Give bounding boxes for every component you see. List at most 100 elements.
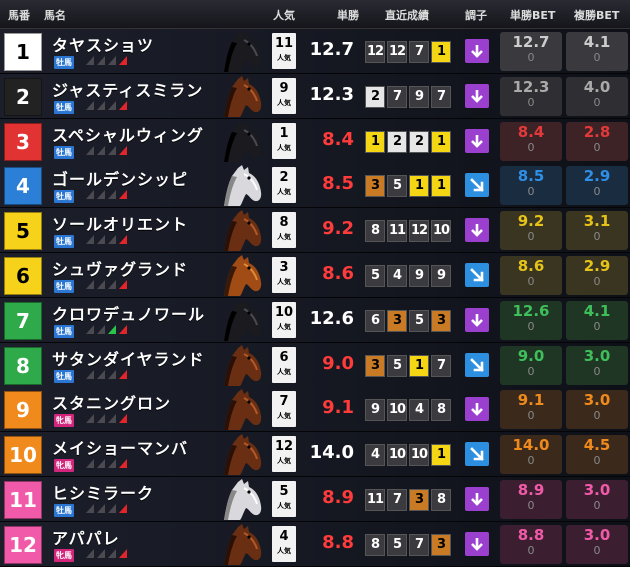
recent-results: 3517 <box>365 354 451 377</box>
win-bet-count: 0 <box>527 95 535 109</box>
win-bet-button[interactable]: 12.6 0 <box>500 300 562 340</box>
recent-result: 1 <box>431 41 451 63</box>
place-bet-count: 0 <box>593 140 601 154</box>
sex-badge: 牝馬 <box>54 548 74 562</box>
horse-row[interactable]: 7 クロワデュノワール 牡馬 10 人気 12.6 6 3 5 3 12.6 0 4.1 0 <box>0 297 630 343</box>
place-bet-button[interactable]: 4.0 0 <box>566 76 628 116</box>
trend-up-icon <box>465 263 489 287</box>
win-bet-button[interactable]: 8.5 0 <box>500 166 562 206</box>
recent-result: 3 <box>387 309 407 332</box>
recent-result: 1 <box>431 175 451 198</box>
horse-number: 2 <box>4 77 42 116</box>
header-num: 馬番 <box>8 9 30 22</box>
recent-result: 7 <box>387 85 407 108</box>
recent-results: 8573 <box>365 533 451 556</box>
recent-results: 3511 <box>365 175 451 198</box>
header-cond: 調子 <box>465 9 487 22</box>
win-bet-button[interactable]: 9.0 0 <box>500 345 562 385</box>
popularity-badge: 1 人気 <box>272 122 296 159</box>
header-win-bet: 単勝BET <box>510 9 556 22</box>
place-bet-button[interactable]: 3.1 0 <box>566 211 628 251</box>
horse-head-icon <box>224 75 262 117</box>
horse-name: ソールオリエント <box>52 215 189 235</box>
trend-up-icon <box>465 352 489 377</box>
horse-row[interactable]: 11 ヒシミラーク 牡馬 5 人気 8.9 11 7 3 8 8.9 0 3.0 0 <box>0 477 630 522</box>
horse-number: 12 <box>4 525 42 564</box>
horse-row[interactable]: 8 サタンダイヤランド 牡馬 6 人気 9.0 3 5 1 7 9.0 0 3.0 0 <box>0 342 630 388</box>
win-bet-button[interactable]: 12.3 0 <box>500 76 562 116</box>
win-bet-odds: 8.6 <box>517 257 545 275</box>
win-bet-button[interactable]: 8.6 0 <box>500 256 562 295</box>
win-bet-button[interactable]: 9.2 0 <box>500 211 562 251</box>
condition-marks <box>86 414 127 424</box>
place-bet-button[interactable]: 4.1 0 <box>566 32 628 71</box>
condition-mark <box>97 235 105 245</box>
condition-marks <box>86 190 127 200</box>
condition-mark <box>119 280 127 289</box>
horse-head-icon <box>224 344 262 386</box>
popularity-rank: 3 <box>279 260 289 275</box>
popularity-label: 人気 <box>277 188 291 197</box>
condition-mark <box>108 235 116 245</box>
win-odds: 12.7 <box>309 39 354 60</box>
place-bet-button[interactable]: 2.8 0 <box>566 121 628 161</box>
place-bet-button[interactable]: 3.0 0 <box>566 480 628 519</box>
horse-name: タヤスショツ <box>52 36 155 55</box>
horse-name: スタニングロン <box>52 394 172 414</box>
horse-row[interactable]: 9 スタニングロン 牝馬 7 人気 9.1 9 10 4 8 9.1 0 3.0 0 <box>0 387 630 433</box>
sex-badge: 牡馬 <box>54 190 74 204</box>
horse-name: メイショーマンバ <box>52 439 189 459</box>
place-bet-button[interactable]: 3.0 0 <box>566 524 628 564</box>
win-bet-count: 0 <box>527 185 535 199</box>
horse-row[interactable]: 2 ジャスティスミラン 牡馬 9 人気 12.3 2 7 9 7 12.3 0 4.0 0 <box>0 73 630 119</box>
horse-row[interactable]: 3 スペシャルウィング 牡馬 1 人気 8.4 1 2 2 1 8.4 0 2.8 0 <box>0 118 630 164</box>
horse-row[interactable]: 6 シュヴァグランド 牡馬 3 人気 8.6 5 4 9 9 8.6 0 2.9 0 <box>0 253 630 298</box>
condition-mark <box>108 145 116 155</box>
trend-down-icon <box>465 83 489 108</box>
popularity-rank: 1 <box>279 125 289 141</box>
place-bet-button[interactable]: 2.9 0 <box>566 256 628 295</box>
place-bet-button[interactable]: 2.9 0 <box>566 166 628 206</box>
place-bet-button[interactable]: 3.0 0 <box>566 345 628 385</box>
win-bet-button[interactable]: 12.7 0 <box>500 32 562 71</box>
horse-row[interactable]: 5 ソールオリエント 牡馬 8 人気 9.2 8 11 12 10 9.2 0 3.1 0 <box>0 208 630 254</box>
condition-mark <box>108 56 116 65</box>
condition-mark <box>119 324 127 334</box>
win-bet-button[interactable]: 8.9 0 <box>500 480 562 519</box>
horse-row[interactable]: 1 タヤスショツ 牡馬 11 人気 12.7 12 12 7 1 12.7 0 4.1 0 <box>0 29 630 74</box>
condition-marks <box>86 548 127 558</box>
condition-mark <box>108 100 116 110</box>
recent-result: 4 <box>387 265 407 287</box>
recent-result: 7 <box>431 354 451 377</box>
win-bet-odds: 8.5 <box>517 167 545 186</box>
horse-row[interactable]: 10 メイショーマンバ 牝馬 12 人気 14.0 4 10 10 1 14.0 0 4.5 0 <box>0 432 630 478</box>
win-bet-button[interactable]: 8.4 0 <box>500 121 562 161</box>
recent-result: 12 <box>409 220 429 243</box>
horse-row[interactable]: 4 ゴールデンシッピ 牡馬 2 人気 8.5 3 5 1 1 8.5 0 2.9 0 <box>0 163 630 209</box>
popularity-badge: 10 人気 <box>272 301 296 338</box>
win-bet-button[interactable]: 8.8 0 <box>500 524 562 564</box>
win-bet-button[interactable]: 14.0 0 <box>500 435 562 475</box>
popularity-badge: 12 人気 <box>272 436 296 473</box>
horse-name: ジャスティスミラン <box>52 80 204 100</box>
recent-results: 5499 <box>365 265 451 287</box>
place-bet-button[interactable]: 4.5 0 <box>566 435 628 475</box>
win-bet-button[interactable]: 9.1 0 <box>500 390 562 430</box>
recent-results: 6353 <box>365 309 451 332</box>
place-bet-button[interactable]: 3.0 0 <box>566 390 628 430</box>
horse-row[interactable]: 12 アパパレ 牝馬 4 人気 8.8 8 5 7 3 8.8 0 3.0 0 <box>0 521 630 567</box>
horse-number: 3 <box>4 122 42 161</box>
place-bet-odds: 4.0 <box>583 77 611 96</box>
condition-mark <box>86 324 94 334</box>
horse-name: シュヴァグランド <box>52 260 189 279</box>
win-odds: 14.0 <box>309 442 354 464</box>
header-win: 単勝 <box>337 9 359 22</box>
win-bet-odds: 9.2 <box>517 212 545 231</box>
header-pop: 人気 <box>273 9 295 22</box>
recent-result: 8 <box>365 220 385 243</box>
place-bet-button[interactable]: 4.1 0 <box>566 300 628 340</box>
win-bet-odds: 8.9 <box>517 481 545 499</box>
place-bet-count: 0 <box>593 319 601 333</box>
trend-down-icon <box>465 39 489 63</box>
recent-result: 5 <box>365 265 385 287</box>
